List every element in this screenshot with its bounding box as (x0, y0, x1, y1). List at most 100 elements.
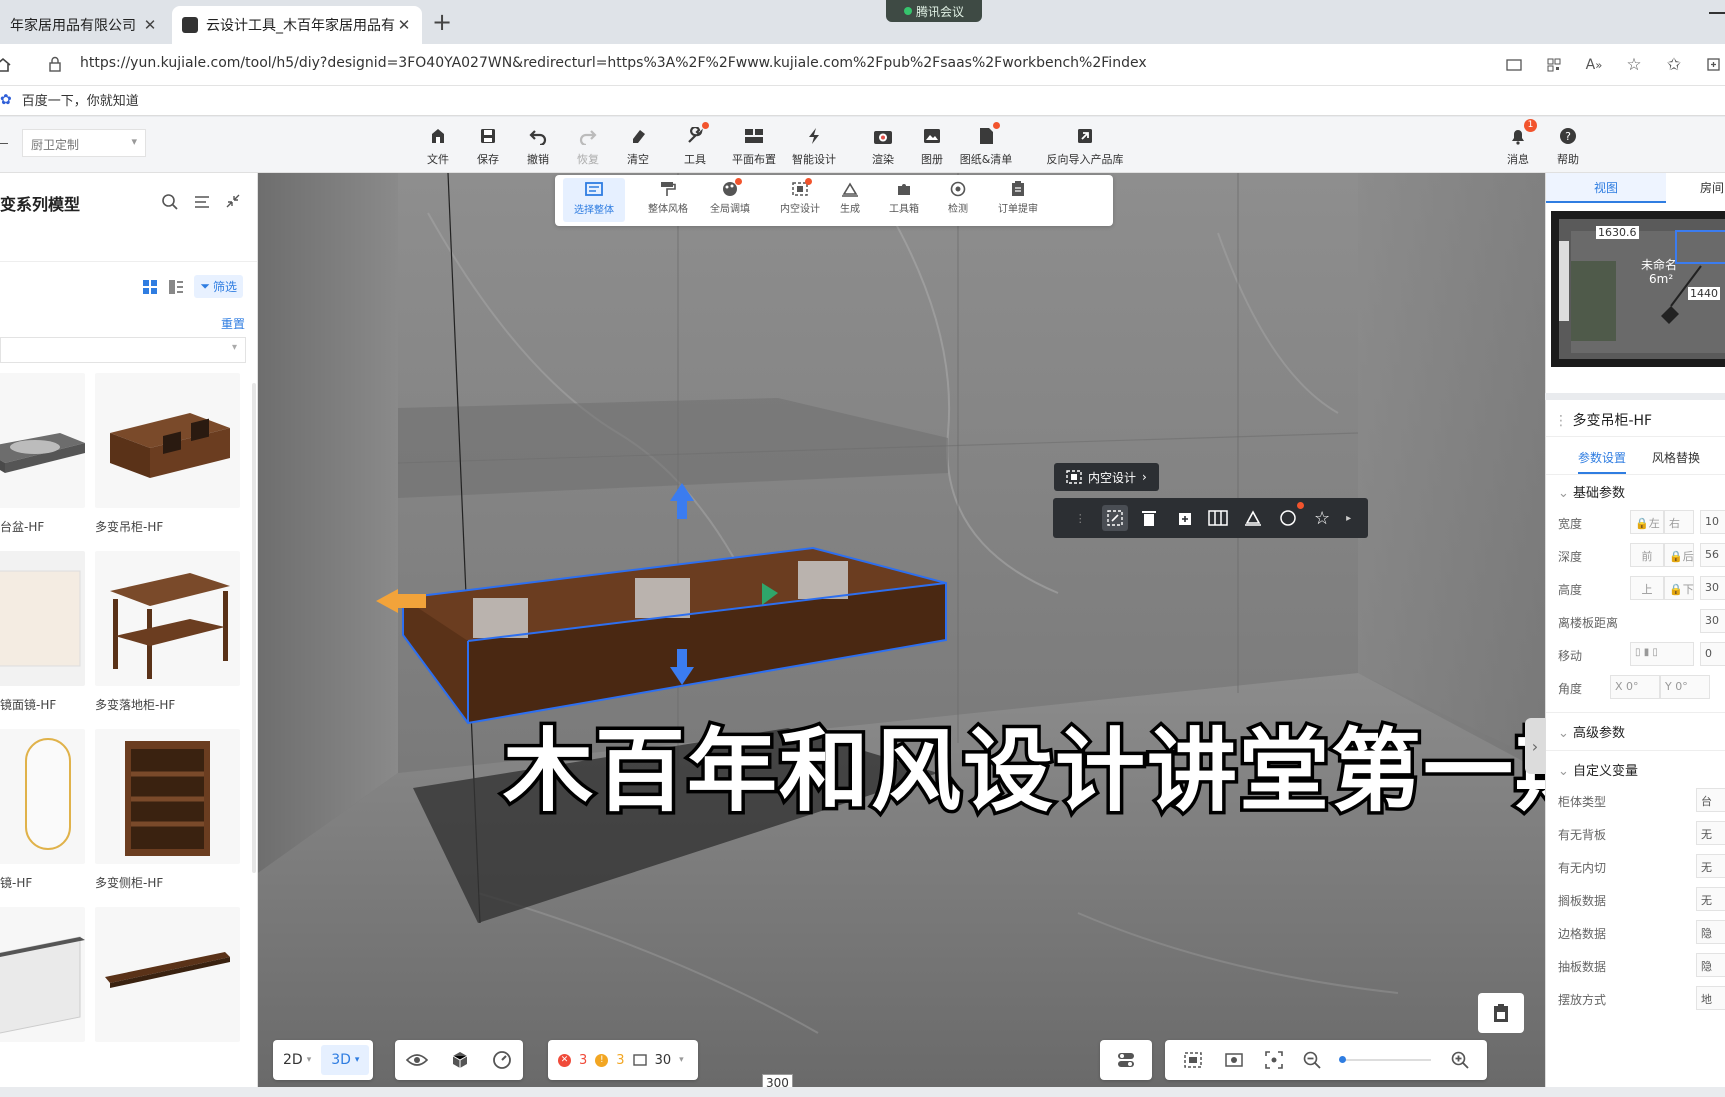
move-buttons[interactable]: ▯ ▮ ▯ (1630, 642, 1694, 666)
interior-design-tip-button[interactable]: 内空设计 › (1054, 463, 1159, 491)
custom-select[interactable]: 无 (1696, 854, 1725, 878)
section-advanced-params[interactable]: 高级参数 (1558, 722, 1625, 741)
generate-icon[interactable] (1240, 505, 1266, 531)
subtool-order-submit[interactable]: 订单提审 (987, 181, 1049, 215)
home-icon[interactable] (0, 56, 12, 74)
list-icon[interactable] (193, 193, 211, 211)
3d-viewport[interactable]: 选择整体 整体风格 全局调填 内空设计 生成 工具箱 检测 订单提审 内空设计 … (258, 173, 1545, 1087)
read-aloud-icon[interactable]: A» (1583, 54, 1605, 76)
custom-select[interactable]: 无 (1696, 821, 1725, 845)
room-type-select[interactable]: 厨卫定制 (22, 129, 146, 157)
collections-icon[interactable] (1703, 54, 1725, 76)
zoom-slider-thumb[interactable] (1338, 1056, 1346, 1063)
cube-icon[interactable] (450, 1050, 470, 1070)
add-favorite-icon[interactable]: ☆ (1623, 54, 1645, 76)
view-2d-button[interactable]: 2D ▾ (273, 1052, 321, 1068)
anchor-top-toggle[interactable]: 上 (1630, 576, 1664, 600)
subtool-global-adjust[interactable]: 全局调填 (699, 178, 761, 215)
reset-link[interactable]: 重置 (221, 315, 245, 332)
subtool-select-all[interactable]: 选择整体 (563, 178, 625, 222)
chevron-right-icon[interactable]: ▸ (1344, 505, 1354, 531)
right-panel-collapse-handle[interactable]: › (1525, 718, 1545, 774)
width-input[interactable]: 10 (1700, 510, 1725, 534)
product-card[interactable]: 多变侧柜-HF (95, 729, 240, 891)
product-card[interactable]: 多变吊柜-HF (95, 373, 240, 535)
drag-handle-icon[interactable]: ⋮ (1554, 413, 1572, 429)
move-left-icon[interactable]: ▯ (1635, 647, 1641, 658)
tool-reverse-import[interactable]: 反向导入产品库 (1040, 125, 1130, 167)
custom-select[interactable]: 隐 (1696, 920, 1725, 944)
duplicate-icon[interactable] (1171, 505, 1197, 531)
new-tab-button[interactable]: + (432, 10, 452, 34)
category-select[interactable] (0, 337, 246, 363)
minimize-icon[interactable] (1709, 12, 1725, 14)
focus-icon[interactable] (1264, 1050, 1284, 1070)
layer-toggle[interactable] (1100, 1040, 1152, 1080)
subtool-generate[interactable]: 生成 (819, 181, 881, 215)
split-icon[interactable] (1205, 505, 1231, 531)
move-input[interactable]: 0 (1700, 642, 1725, 666)
screenshot-icon[interactable] (1223, 1050, 1245, 1070)
section-custom-variables[interactable]: 自定义变量 (1558, 760, 1638, 779)
url-field[interactable]: https://yun.kujiale.com/tool/h5/diy?desi… (80, 55, 1147, 71)
subtool-toolbox[interactable]: 工具箱 (873, 181, 935, 215)
browser-tab-2-active[interactable]: 云设计工具_木百年家居用品有限 ✕ (172, 6, 422, 44)
filter-button[interactable]: ⏷ 筛选 (194, 275, 243, 298)
drag-handle-icon[interactable]: ⋮ (1067, 505, 1093, 531)
floor-distance-input[interactable]: 30 (1700, 609, 1725, 633)
select-frame-icon[interactable] (1101, 505, 1128, 531)
tool-drawings-list[interactable]: 图纸&清单 (956, 122, 1016, 167)
anchor-front-toggle[interactable]: 前 (1630, 543, 1664, 567)
close-icon[interactable]: ✕ (142, 16, 158, 34)
grid-view-icon[interactable] (142, 279, 158, 295)
list-view-icon[interactable] (168, 279, 184, 295)
angle-x-input[interactable]: X 0° (1610, 675, 1660, 699)
anchor-right-toggle[interactable]: 右 (1664, 510, 1694, 534)
browser-tab-1[interactable]: 年家居用品有限公司 ✕ (0, 6, 168, 44)
floor-minimap[interactable]: 1630.6 1440 未命名 6m² (1551, 211, 1725, 367)
tool-help[interactable]: ? 帮助 (1548, 125, 1588, 167)
product-card[interactable]: 台盆-HF (0, 373, 85, 535)
product-card[interactable]: 多变落地柜-HF (95, 551, 240, 713)
custom-select[interactable]: 无 (1696, 887, 1725, 911)
custom-select[interactable]: 台 (1696, 788, 1725, 812)
move-center-icon[interactable]: ▮ (1644, 647, 1650, 658)
subtool-overall-style[interactable]: 整体风格 (637, 181, 699, 215)
favorites-icon[interactable]: ✩ (1663, 54, 1685, 76)
zoom-slider[interactable] (1338, 1056, 1431, 1063)
lock-left-toggle[interactable]: 🔒左 (1630, 510, 1664, 534)
meeting-indicator[interactable]: 腾讯会议 (886, 0, 982, 22)
zoom-in-icon[interactable] (1450, 1050, 1470, 1070)
collapse-panel-icon[interactable] (225, 193, 241, 211)
angle-y-input[interactable]: Y 0° (1660, 675, 1710, 699)
tab-style-replace[interactable]: 风格替换 (1652, 444, 1700, 472)
tool-floorplan[interactable]: 平面布置 (724, 125, 784, 167)
scrollbar[interactable] (252, 383, 256, 873)
fit-view-icon[interactable] (1182, 1050, 1204, 1070)
product-card[interactable]: 镜-HF (0, 729, 85, 891)
search-icon[interactable] (161, 193, 179, 211)
subtool-inspect[interactable]: 检测 (927, 181, 989, 215)
tool-messages[interactable]: 1 消息 (1498, 119, 1538, 167)
bookmark-baidu[interactable]: ✿ 百度一下，你就知道 (0, 90, 139, 110)
tool-tools[interactable]: 工具 (665, 122, 725, 167)
height-input[interactable]: 30 (1700, 576, 1725, 600)
tab-view[interactable]: 视图 (1546, 173, 1666, 203)
clipboard-button[interactable] (1478, 993, 1524, 1033)
product-card[interactable] (95, 907, 240, 1052)
product-card[interactable]: 镜面镜-HF (0, 551, 85, 713)
tool-smart-design[interactable]: 智能设计 (784, 125, 844, 167)
custom-select[interactable]: 隐 (1696, 953, 1725, 977)
close-icon[interactable]: ✕ (396, 16, 412, 34)
lock-icon[interactable] (48, 56, 62, 72)
star-icon[interactable]: ☆ (1309, 505, 1335, 531)
lock-bottom-toggle[interactable]: 🔒下 (1664, 576, 1694, 600)
move-right-icon[interactable]: ▯ (1652, 647, 1658, 658)
product-card[interactable] (0, 907, 85, 1052)
tab-room[interactable]: 房间 (1666, 173, 1725, 203)
collapse-icon[interactable] (0, 143, 8, 144)
tool-album[interactable]: 图册 (902, 125, 962, 167)
view-3d-button[interactable]: 3D ▾ (321, 1045, 370, 1075)
depth-input[interactable]: 56 (1700, 543, 1725, 567)
tool-clear[interactable]: 清空 (608, 125, 668, 167)
